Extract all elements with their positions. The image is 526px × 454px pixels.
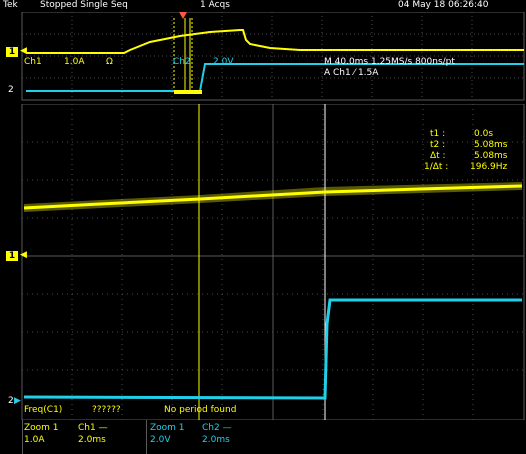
ch1-overview-trace: [26, 29, 524, 54]
ch1-zoom-marker[interactable]: 1: [6, 251, 18, 261]
cursor-inverse-value: 196.9Hz: [470, 162, 508, 172]
zoom1-ch1-scale: 1.0A: [24, 435, 45, 445]
freq-measure-value: ??????: [92, 405, 121, 415]
ch2-overview-marker[interactable]: 2: [8, 85, 14, 95]
date-time: 04 May 18 06:26:40: [398, 0, 489, 10]
trigger-position-marker[interactable]: [179, 12, 187, 19]
zoom-settings-bar: Zoom 1 Ch1 — 1.0A 2.0ms Zoom 1 Ch2 — 2.0…: [0, 420, 526, 454]
acquisition-count: 1 Acqs: [200, 0, 230, 10]
trigger-readout: A Ch1 ⁄ 1.5A: [324, 68, 379, 78]
zoom1-ch1-channel[interactable]: Ch1 —: [78, 423, 108, 433]
overview-frame: [21, 12, 525, 101]
zoom1-ch2-title[interactable]: Zoom 1: [150, 423, 185, 433]
ch2-zoom-marker[interactable]: 2: [8, 396, 14, 406]
ch1-overview-arrow: ◀: [20, 46, 27, 56]
zoom-region-indicator: [174, 90, 202, 94]
overview-cursor-lines[interactable]: [184, 18, 191, 92]
ch2-scale: 2.0V: [213, 57, 234, 67]
ch2-zoom-arrow: ▶: [14, 396, 21, 406]
freq-measure-note: No period found: [164, 405, 237, 415]
ch1-overview-marker[interactable]: 1: [6, 47, 18, 57]
cursor-delta-label: Δt :: [430, 151, 446, 161]
cursor-inverse-label: 1/Δt :: [424, 162, 449, 172]
freq-measure-label: Freq(C1): [24, 405, 63, 415]
zoom1-ch1-title[interactable]: Zoom 1: [24, 423, 59, 433]
cursor-t1-label: t1 :: [430, 129, 446, 139]
overview-grid: [22, 12, 524, 100]
ch1-scale: 1.0A: [64, 57, 85, 67]
zoom1-ch2-scale: 2.0V: [150, 435, 171, 445]
ch1-label: Ch1: [24, 57, 42, 67]
cursor-t2-label: t2 :: [430, 140, 446, 150]
zoom1-ch2-channel[interactable]: Ch2 —: [202, 423, 232, 433]
status-bar: Tek Stopped Single Seq 1 Acqs 04 May 18 …: [0, 0, 526, 12]
overview-zoom-bounds: [173, 18, 193, 92]
ch2-label: Ch2: [173, 57, 191, 67]
ch1-zoom-arrow: ◀: [20, 250, 27, 260]
divider: [146, 420, 147, 454]
zoom-grid-major: [22, 104, 524, 420]
brand-label: Tek: [3, 0, 18, 10]
cursor-t2-value: 5.08ms: [474, 140, 508, 150]
cursor-t1-value: 0.0s: [474, 129, 494, 139]
divider: [22, 420, 23, 454]
zoom1-ch1-time: 2.0ms: [78, 435, 106, 445]
timebase-readout: M 40.0ms 1.25MS/s 800ns/pt: [324, 57, 455, 67]
zoom-window: [21, 104, 525, 420]
zoom1-ch2-time: 2.0ms: [202, 435, 230, 445]
acquisition-status: Stopped Single Seq: [40, 0, 128, 10]
ch1-coupling: Ω: [106, 57, 113, 67]
cursor-delta-value: 5.08ms: [474, 151, 508, 161]
